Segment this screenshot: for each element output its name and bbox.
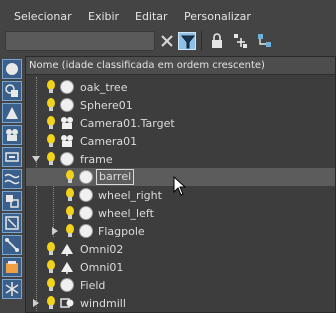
visibility-bulb-icon[interactable]	[43, 79, 59, 95]
helper-icon	[5, 152, 19, 162]
sphere-icon	[59, 151, 75, 167]
tree-row-label: Field	[80, 279, 106, 292]
tree-row-label: Flagpole	[98, 225, 145, 238]
tree-row-label: Omni02	[80, 243, 124, 256]
filter-shapes-button[interactable]	[2, 81, 22, 101]
tree-row-label: Sphere01	[80, 99, 133, 112]
filter-helpers-button[interactable]	[2, 147, 22, 167]
spacewarp-icon	[4, 173, 20, 185]
filter-frozen-button[interactable]	[2, 279, 22, 299]
clear-search-button[interactable]	[158, 32, 176, 50]
xref-icon	[5, 216, 19, 230]
sphere-icon	[78, 169, 94, 185]
filter-geometry-button[interactable]	[2, 59, 22, 79]
visibility-bulb-icon[interactable]	[43, 259, 59, 275]
visibility-bulb-icon[interactable]	[43, 277, 59, 293]
tree-row-label: wheel_left	[98, 207, 154, 220]
expand-arrow-down-icon[interactable]	[31, 154, 41, 164]
sphere-icon	[59, 79, 75, 95]
tree-row-label: Camera01	[80, 135, 138, 148]
column-header-label: Nome (idade classificada em ordem cresce…	[29, 60, 265, 71]
omni-light-icon	[59, 241, 75, 257]
tree-row[interactable]: Field	[26, 276, 335, 294]
group-icon	[6, 195, 19, 208]
visibility-bulb-icon[interactable]	[43, 97, 59, 113]
container-icon	[6, 261, 18, 273]
group-icon	[59, 295, 75, 311]
visibility-bulb-icon[interactable]	[62, 169, 78, 185]
camera-icon	[59, 133, 75, 149]
close-icon	[161, 35, 173, 47]
sphere-icon	[6, 63, 18, 75]
column-header[interactable]: Nome (idade classificada em ordem cresce…	[26, 57, 335, 75]
visibility-bulb-icon[interactable]	[62, 223, 78, 239]
lock-icon	[212, 33, 222, 48]
tree-row[interactable]: frame	[26, 150, 335, 168]
tree-row-label: Omni01	[80, 261, 124, 274]
expand-arrow-right-icon[interactable]	[31, 298, 41, 308]
tree-row-label: barrel	[96, 169, 135, 185]
shapes-icon	[5, 84, 18, 97]
filter-bones-button[interactable]	[2, 235, 22, 255]
filter-button[interactable]	[178, 32, 196, 50]
bone-icon	[5, 238, 19, 252]
omni-light-icon	[59, 259, 75, 275]
tree-row[interactable]: Omni02	[26, 240, 335, 258]
tree-row[interactable]: Sphere01	[26, 96, 335, 114]
menu-editar[interactable]: Editar	[135, 10, 168, 23]
filter-funnel-icon	[180, 35, 196, 49]
menu-selecionar[interactable]: Selecionar	[14, 10, 72, 23]
tree-row[interactable]: Omni01	[26, 258, 335, 276]
tree-row[interactable]: Flagpole	[26, 222, 335, 240]
tree-row-label: wheel_right	[98, 189, 162, 202]
sphere-icon	[78, 187, 94, 203]
search-input[interactable]	[5, 31, 155, 51]
mouse-pointer-icon	[173, 175, 187, 196]
visibility-bulb-icon[interactable]	[43, 133, 59, 149]
tree-row-label: oak_tree	[80, 81, 128, 94]
sphere-icon	[78, 223, 94, 239]
tree-row[interactable]: windmill	[26, 294, 335, 312]
visibility-bulb-icon[interactable]	[43, 151, 59, 167]
tree-row-label: Camera01.Target	[80, 117, 175, 130]
menu-personalizar[interactable]: Personalizar	[184, 10, 251, 23]
visibility-bulb-icon[interactable]	[62, 205, 78, 221]
filter-spacewarps-button[interactable]	[2, 169, 22, 189]
lock-button[interactable]	[208, 32, 226, 50]
filter-containers-button[interactable]	[2, 257, 22, 277]
tree-row-label: frame	[80, 153, 113, 166]
visibility-bulb-icon[interactable]	[43, 115, 59, 131]
sphere-icon	[78, 205, 94, 221]
menu-exibir[interactable]: Exibir	[88, 10, 119, 23]
hierarchy-add-icon	[234, 34, 247, 48]
menu-bar: Selecionar Exibir Editar Personalizar	[0, 0, 336, 28]
tree-row[interactable]: oak_tree	[26, 78, 335, 96]
expand-arrow-right-icon[interactable]	[50, 226, 60, 236]
filter-groups-button[interactable]	[2, 191, 22, 211]
visibility-bulb-icon[interactable]	[43, 295, 59, 311]
sphere-icon	[59, 277, 75, 293]
tree-row[interactable]: Camera01.Target	[26, 114, 335, 132]
tree-row[interactable]: Camera01	[26, 132, 335, 150]
visibility-bulb-icon[interactable]	[43, 241, 59, 257]
visibility-bulb-icon[interactable]	[62, 187, 78, 203]
select-hierarchy-button[interactable]	[232, 32, 250, 50]
light-icon	[6, 107, 18, 119]
camera-icon	[6, 129, 18, 141]
sphere-icon	[59, 97, 75, 113]
filter-xrefs-button[interactable]	[2, 213, 22, 233]
filter-lights-button[interactable]	[2, 103, 22, 123]
link-hierarchy-button[interactable]	[256, 32, 274, 50]
filter-cameras-button[interactable]	[2, 125, 22, 145]
toolbar-divider	[201, 31, 202, 51]
tree-row-label: windmill	[80, 297, 126, 310]
left-filter-bar	[0, 56, 24, 313]
snowflake-icon	[5, 282, 19, 296]
link-hierarchy-icon	[258, 34, 271, 47]
camera-icon	[59, 115, 75, 131]
tree-row[interactable]: wheel_left	[26, 204, 335, 222]
